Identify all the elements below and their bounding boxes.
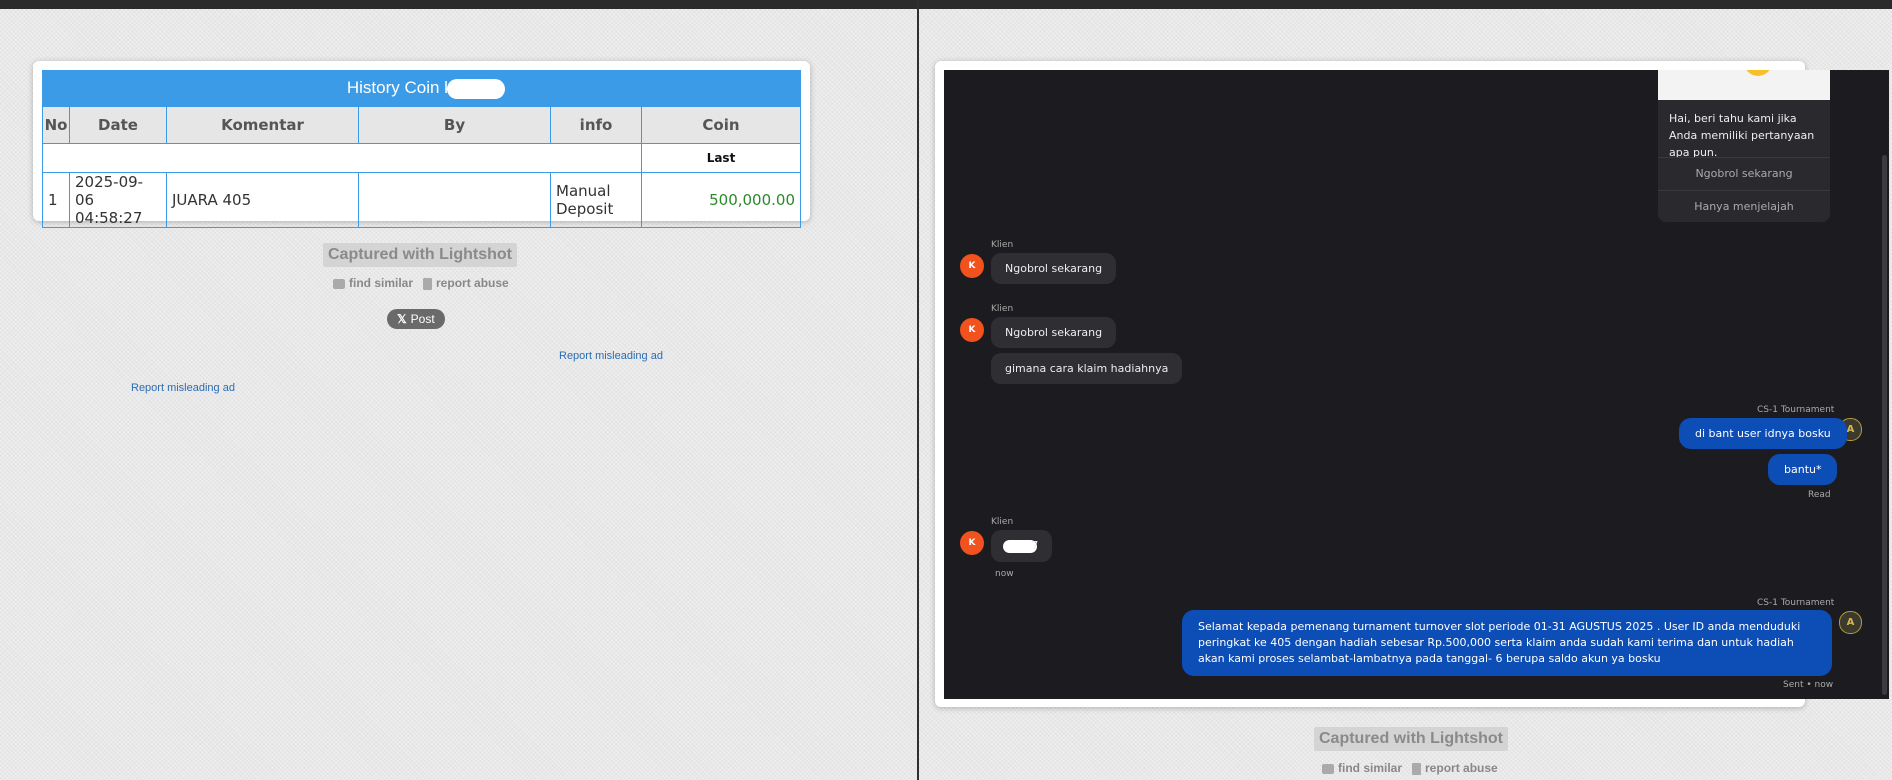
table-header-row: No Date Komentar By info Coin — [42, 106, 801, 144]
right-pane: Hai, beri tahu kami jika Anda memiliki p… — [919, 0, 1892, 780]
table-title-suffix: 7 — [486, 78, 497, 97]
cell-info-line2: Deposit — [556, 200, 614, 218]
cell-komentar: JUARA 405 — [166, 172, 359, 228]
report-abuse-link[interactable]: report abuse — [436, 276, 509, 290]
sent-status: Sent • now — [1783, 680, 1834, 690]
x-logo-icon: 𝕏 — [397, 312, 407, 326]
client-message: Ngobrol sekarang — [991, 317, 1117, 348]
client-avatar: K — [960, 318, 984, 342]
agent-name: CS-1 Tournament — [1757, 405, 1835, 415]
sender-name: Klien — [991, 517, 1014, 527]
captured-with-lightshot[interactable]: Captured with Lightshot — [1314, 727, 1508, 751]
just-browsing-button[interactable]: Hanya menjelajah — [1658, 190, 1830, 223]
screenshot-card: History Coin k 7 No Date Komentar By info… — [33, 61, 810, 228]
cell-date: 2025-09-06 04:58:27 — [69, 172, 167, 228]
clipboard-icon — [1412, 762, 1422, 775]
agent-message: bantu* — [1768, 454, 1838, 485]
welcome-badge-icon — [1744, 70, 1772, 76]
col-by: By — [358, 106, 551, 144]
cell-coin: 500,000.00 — [641, 172, 801, 228]
report-misleading-ad-link[interactable]: Report misleading ad — [131, 382, 235, 394]
captured-with-lightshot[interactable]: Captured with Lightshot — [323, 243, 517, 267]
table-title: History Coin k 7 — [42, 70, 801, 106]
screenshot-card: Hai, beri tahu kami jika Anda memiliki p… — [935, 61, 1889, 707]
col-date: Date — [69, 106, 167, 144]
find-similar-link[interactable]: find similar — [349, 276, 413, 290]
report-misleading-ad-link[interactable]: Report misleading ad — [559, 350, 663, 362]
client-avatar: K — [960, 531, 984, 555]
table-row: 1 2025-09-06 04:58:27 JUARA 405 Manual Dep… — [42, 172, 801, 228]
last-label: Last — [641, 143, 801, 173]
col-no: No — [42, 106, 70, 144]
report-abuse-link[interactable]: report abuse — [1425, 761, 1498, 775]
lightshot-links: find similar report abuse — [1322, 761, 1498, 775]
agent-name: CS-1 Tournament — [1757, 598, 1835, 608]
welcome-message: Hai, beri tahu kami jika Anda memiliki p… — [1669, 112, 1815, 159]
col-komentar: Komentar — [166, 106, 359, 144]
agent-avatar: A — [1839, 611, 1862, 634]
chat-now-button[interactable]: Ngobrol sekarang — [1658, 157, 1830, 190]
post-label: Post — [410, 312, 435, 326]
cell-date-time: 04:58:27 — [75, 209, 143, 227]
welcome-card: Hai, beri tahu kami jika Anda memiliki p… — [1658, 70, 1830, 222]
client-message: gimana cara klaim hadiahnya — [991, 353, 1183, 384]
cell-by — [358, 172, 551, 228]
coin-history-table: No Date Komentar By info Coin Last 1 202… — [42, 106, 801, 228]
x-post-button[interactable]: 𝕏 Post — [387, 309, 445, 329]
agent-message: Selamat kepada pemenang turnament turnov… — [1182, 610, 1832, 676]
left-pane: History Coin k 7 No Date Komentar By info… — [0, 0, 917, 780]
read-status: Read — [1808, 490, 1831, 500]
timestamp: now — [995, 569, 1014, 579]
camera-icon — [1322, 763, 1334, 774]
sender-name: Klien — [991, 304, 1014, 314]
sender-name: Klien — [991, 240, 1014, 250]
camera-icon — [333, 278, 345, 289]
client-message: Ngobrol sekarang — [991, 253, 1117, 284]
client-message-suffix: 7 — [1031, 539, 1039, 552]
find-similar-link[interactable]: find similar — [1338, 761, 1402, 775]
cell-info-line1: Manual — [556, 182, 611, 200]
chat-scrollbar[interactable] — [1882, 155, 1887, 695]
agent-message: di bant user idnya bosku — [1679, 418, 1847, 449]
welcome-image — [1658, 70, 1830, 100]
cell-info: Manual Deposit — [550, 172, 642, 228]
cell-date-day: 2025-09-06 — [75, 173, 144, 209]
chat-window: Hai, beri tahu kami jika Anda memiliki p… — [944, 70, 1889, 699]
lightshot-links: find similar report abuse — [333, 276, 509, 290]
clipboard-icon — [423, 277, 433, 290]
summary-empty-cell — [42, 143, 642, 173]
summary-row: Last — [42, 143, 801, 173]
table-title-text: History Coin k — [346, 78, 453, 97]
col-info: info — [550, 106, 642, 144]
client-message: k7 — [991, 530, 1053, 562]
col-coin: Coin — [641, 106, 801, 144]
cell-no: 1 — [42, 172, 70, 228]
client-avatar: K — [960, 254, 984, 278]
